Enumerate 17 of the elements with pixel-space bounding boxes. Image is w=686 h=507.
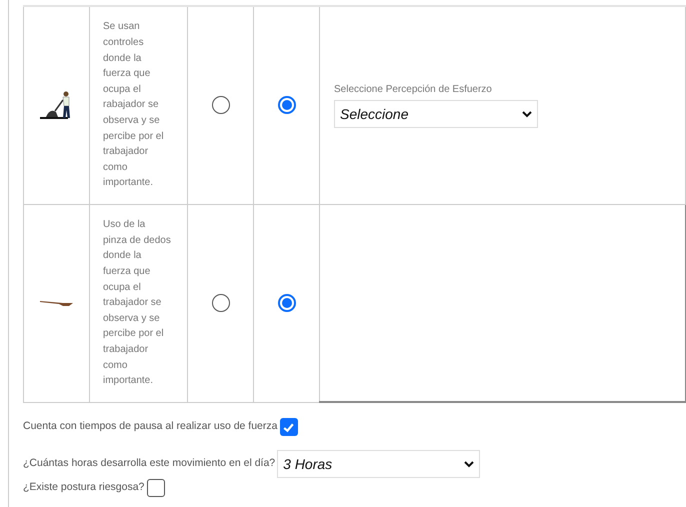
checkbox[interactable]	[147, 479, 166, 497]
pause-label: Cuenta con tiempos de pausa al realizar uso de fuerza	[23, 419, 278, 434]
description-text: Uso de la pinza de dedos donde la fuerza que ocupa el trabajador se observa y se percibe por el trabajador como importante.	[103, 218, 171, 388]
chevron-down-icon	[464, 460, 474, 468]
checkbox[interactable]	[280, 418, 298, 436]
hours-select[interactable]: 3 Horas	[277, 450, 480, 478]
field-label: Seleccione Percepción de Esfuerzo	[334, 83, 493, 98]
posture-label: ¿Existe postura riesgosa?	[23, 480, 144, 496]
hours-label: ¿Cuántas horas desarrolla este movimiento en el día?	[23, 456, 276, 472]
radio-button[interactable]	[278, 96, 296, 114]
chevron-down-icon	[522, 110, 532, 118]
radio-button[interactable]	[212, 294, 230, 312]
effort-select[interactable]: Seleccione	[334, 100, 538, 128]
radio-button[interactable]	[278, 294, 296, 312]
description-text: Se usan controles donde la fuerza que ocupa el rabajador se observa y se percibe por el trabajador como importante.	[103, 20, 165, 190]
tool-icon	[38, 298, 74, 308]
radio-button[interactable]	[212, 96, 230, 114]
